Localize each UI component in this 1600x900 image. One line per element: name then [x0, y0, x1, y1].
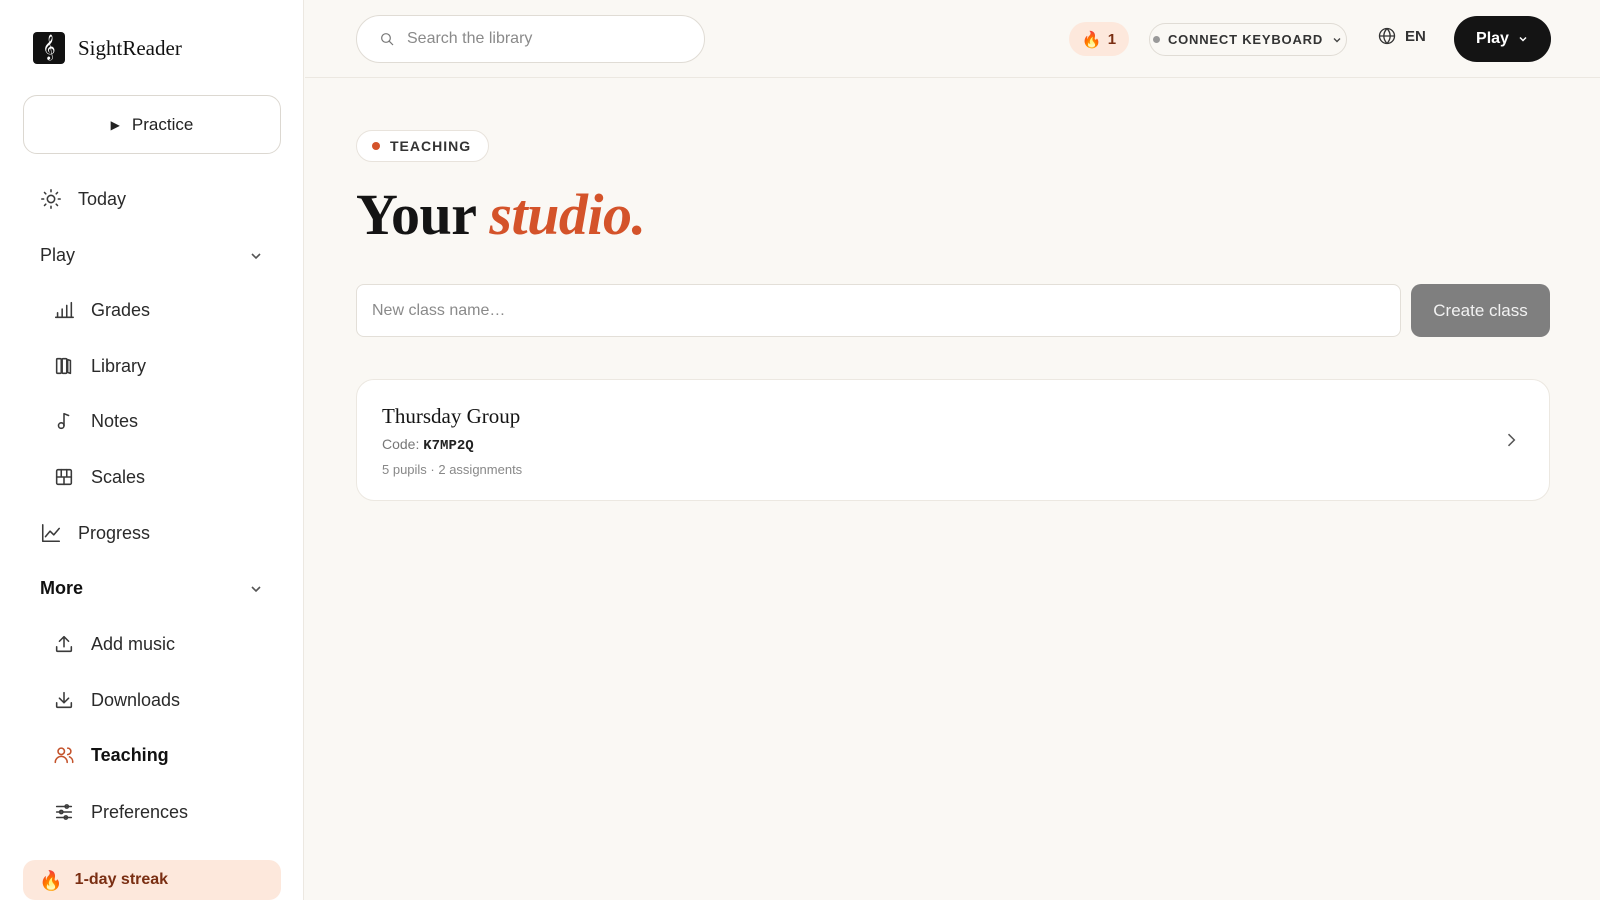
streak-banner: 🔥 1-day streak	[23, 860, 281, 900]
section-label: Play	[40, 245, 76, 265]
topbar: 🔥 1 CONNECT KEYBOARD EN Play	[305, 0, 1600, 78]
sidebar-item-label: Progress	[78, 522, 151, 543]
chevron-down-icon	[1519, 36, 1527, 42]
class-name: Thursday Group	[382, 404, 521, 428]
piano-keys-icon	[55, 468, 73, 486]
sidebar-item-notes[interactable]: Notes	[53, 410, 138, 432]
practice-label: Practice	[131, 114, 194, 134]
streak-count: 1	[1107, 30, 1117, 48]
sun-icon	[41, 189, 61, 209]
section-label: More	[40, 578, 84, 598]
title-accent: studio.	[489, 182, 646, 247]
sidebar-item-teaching[interactable]: Teaching	[53, 744, 169, 766]
sidebar-item-label: Scales	[91, 466, 146, 487]
practice-button[interactable]: ▶ Practice	[23, 95, 281, 154]
sidebar-item-label: Add music	[91, 633, 176, 654]
line-chart-icon	[41, 523, 61, 543]
treble-clef-logo-icon: 𝄞	[33, 32, 65, 64]
play-button[interactable]: Play	[1454, 16, 1551, 62]
sidebar-item-label: Library	[91, 355, 147, 376]
users-icon	[54, 747, 74, 764]
play-label: Play	[1476, 30, 1509, 47]
class-code: Code: K7MP2Q	[382, 436, 474, 454]
music-note-icon	[57, 412, 70, 430]
sidebar-item-add-music[interactable]: Add music	[53, 633, 175, 655]
sidebar-item-downloads[interactable]: Downloads	[53, 689, 180, 711]
app-name: SightReader	[78, 35, 182, 60]
streak-chip[interactable]: 🔥 1	[1069, 22, 1129, 56]
sidebar-section-more[interactable]: More	[40, 578, 264, 599]
connect-keyboard-button[interactable]: CONNECT KEYBOARD	[1149, 23, 1347, 56]
brand[interactable]: 𝄞 SightReader	[33, 32, 182, 64]
title-plain: Your	[356, 182, 490, 247]
search-box[interactable]	[356, 15, 705, 63]
sidebar-item-label: Preferences	[91, 801, 189, 822]
sidebar: 𝄞 SightReader ▶ Practice Today Play Grad…	[0, 0, 304, 900]
chevron-down-icon	[251, 252, 261, 259]
language-selector[interactable]: EN	[1377, 26, 1426, 46]
search-icon	[381, 33, 394, 46]
language-label: EN	[1405, 27, 1426, 45]
badge-dot	[372, 142, 380, 150]
sidebar-item-label: Notes	[91, 410, 139, 431]
sliders-icon	[55, 804, 73, 820]
sidebar-item-preferences[interactable]: Preferences	[53, 801, 188, 823]
upload-icon	[55, 635, 73, 653]
sidebar-item-label: Grades	[91, 299, 151, 320]
sidebar-item-label: Downloads	[91, 689, 181, 710]
sidebar-item-library[interactable]: Library	[53, 355, 146, 377]
sidebar-item-label: Teaching	[91, 744, 169, 765]
sidebar-item-label: Today	[78, 188, 127, 209]
bar-chart-icon	[54, 301, 74, 319]
sidebar-item-grades[interactable]: Grades	[53, 299, 150, 321]
class-code-value: K7MP2Q	[423, 438, 474, 454]
library-icon	[55, 357, 72, 375]
class-meta: 5 pupils · 2 assignments	[382, 462, 523, 477]
sidebar-item-progress[interactable]: Progress	[40, 522, 150, 544]
connect-keyboard-label: CONNECT KEYBOARD	[1167, 32, 1324, 47]
sidebar-item-today[interactable]: Today	[40, 188, 126, 210]
flame-icon: 🔥	[1081, 29, 1102, 49]
chevron-down-icon	[1333, 37, 1341, 42]
play-triangle-icon: ▶	[110, 117, 120, 132]
badge-label: TEACHING	[390, 138, 472, 154]
search-input[interactable]	[407, 30, 687, 48]
class-card[interactable]: Thursday Group Code: K7MP2Q 5 pupils · 2…	[356, 379, 1550, 501]
flame-icon: 🔥	[39, 869, 63, 892]
create-class-button[interactable]: Create class	[1411, 284, 1550, 337]
chevron-right-icon	[1507, 433, 1516, 447]
sidebar-item-scales[interactable]: Scales	[53, 466, 145, 488]
streak-label: 1-day streak	[74, 871, 169, 888]
section-badge: TEACHING	[356, 130, 490, 162]
globe-icon	[1378, 27, 1396, 45]
sidebar-section-play[interactable]: Play	[40, 245, 264, 266]
page-title: Your studio.	[356, 180, 646, 250]
connection-status-dot	[1152, 36, 1160, 43]
chevron-down-icon	[251, 585, 261, 592]
new-class-name-input[interactable]	[356, 284, 1401, 337]
class-code-label: Code:	[382, 436, 420, 452]
download-icon	[55, 691, 73, 709]
